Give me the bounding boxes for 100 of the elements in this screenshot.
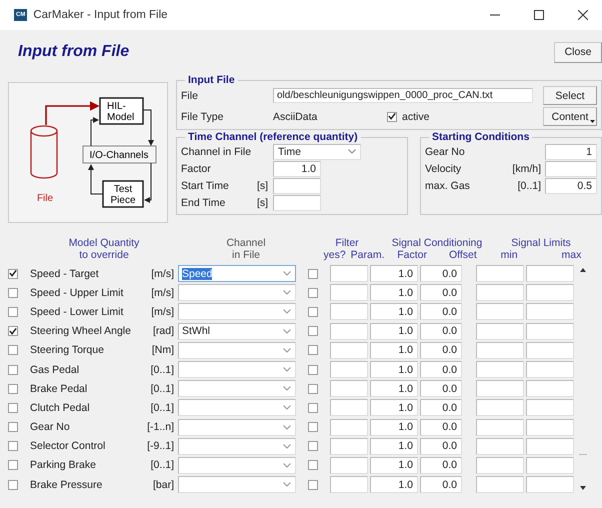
min-field[interactable] — [476, 322, 524, 340]
override-checkbox[interactable] — [8, 480, 18, 490]
param-field[interactable] — [330, 303, 368, 320]
override-checkbox[interactable] — [8, 288, 18, 298]
offset-field[interactable]: 0.0 — [420, 342, 462, 359]
max-field[interactable] — [526, 438, 574, 455]
max-field[interactable] — [526, 322, 574, 340]
override-checkbox[interactable] — [8, 364, 18, 375]
input-field[interactable] — [273, 178, 321, 194]
override-checkbox[interactable] — [8, 460, 18, 470]
channel-dropdown[interactable]: Time — [273, 144, 361, 160]
override-checkbox[interactable] — [8, 441, 18, 452]
min-field[interactable] — [476, 265, 524, 282]
input-field[interactable]: 1.0 — [273, 160, 321, 176]
param-field[interactable] — [330, 380, 368, 398]
param-field[interactable] — [330, 418, 368, 436]
min-field[interactable] — [476, 284, 524, 302]
filter-checkbox[interactable] — [308, 326, 318, 336]
override-checkbox[interactable] — [8, 422, 18, 432]
override-checkbox[interactable] — [8, 326, 18, 336]
filter-checkbox[interactable] — [308, 268, 318, 279]
close-button[interactable]: Close — [554, 42, 602, 62]
min-field[interactable] — [476, 438, 524, 455]
input-field[interactable] — [273, 194, 321, 210]
max-field[interactable] — [526, 399, 574, 416]
min-field[interactable] — [476, 399, 524, 416]
factor-field[interactable]: 1.0 — [370, 438, 418, 455]
filter-checkbox[interactable] — [308, 384, 318, 394]
channel-dropdown[interactable]: StWhl — [178, 322, 296, 340]
channel-dropdown[interactable] — [178, 342, 296, 359]
channel-dropdown[interactable] — [178, 476, 296, 494]
offset-field[interactable]: 0.0 — [420, 476, 462, 494]
offset-field[interactable]: 0.0 — [420, 265, 462, 282]
min-field[interactable] — [476, 303, 524, 320]
factor-field[interactable]: 1.0 — [370, 342, 418, 359]
factor-field[interactable]: 1.0 — [370, 265, 418, 282]
max-field[interactable] — [526, 456, 574, 474]
channel-dropdown[interactable]: Speed — [178, 265, 296, 282]
offset-field[interactable]: 0.0 — [420, 418, 462, 436]
offset-field[interactable]: 0.0 — [420, 303, 462, 320]
channel-dropdown[interactable] — [178, 284, 296, 302]
offset-field[interactable]: 0.0 — [420, 284, 462, 302]
override-checkbox[interactable] — [8, 402, 18, 413]
param-field[interactable] — [330, 284, 368, 302]
filter-checkbox[interactable] — [308, 402, 318, 413]
override-checkbox[interactable] — [8, 268, 18, 279]
filter-checkbox[interactable] — [308, 306, 318, 317]
factor-field[interactable]: 1.0 — [370, 380, 418, 398]
param-field[interactable] — [330, 361, 368, 378]
param-field[interactable] — [330, 456, 368, 474]
offset-field[interactable]: 0.0 — [420, 361, 462, 378]
param-field[interactable] — [330, 342, 368, 359]
filter-checkbox[interactable] — [308, 441, 318, 452]
offset-field[interactable]: 0.0 — [420, 380, 462, 398]
max-field[interactable] — [526, 284, 574, 302]
max-field[interactable] — [526, 303, 574, 320]
min-field[interactable] — [476, 476, 524, 494]
close-icon[interactable] — [578, 10, 588, 20]
input-field[interactable] — [545, 160, 597, 176]
offset-field[interactable]: 0.0 — [420, 438, 462, 455]
override-checkbox[interactable] — [8, 306, 18, 317]
filter-checkbox[interactable] — [308, 345, 318, 356]
param-field[interactable] — [330, 322, 368, 340]
override-checkbox[interactable] — [8, 384, 18, 394]
min-field[interactable] — [476, 342, 524, 359]
offset-field[interactable]: 0.0 — [420, 322, 462, 340]
min-field[interactable] — [476, 456, 524, 474]
scroll-down-icon[interactable] — [580, 486, 586, 490]
min-field[interactable] — [476, 380, 524, 398]
max-field[interactable] — [526, 380, 574, 398]
channel-dropdown[interactable] — [178, 380, 296, 398]
active-checkbox[interactable] — [387, 112, 397, 122]
scroll-up-icon[interactable] — [580, 268, 586, 272]
maximize-icon[interactable] — [534, 10, 544, 20]
factor-field[interactable]: 1.0 — [370, 418, 418, 436]
min-field[interactable] — [476, 361, 524, 378]
filter-checkbox[interactable] — [308, 288, 318, 298]
factor-field[interactable]: 1.0 — [370, 399, 418, 416]
min-field[interactable] — [476, 418, 524, 436]
filter-checkbox[interactable] — [308, 364, 318, 375]
max-field[interactable] — [526, 361, 574, 378]
file-path-field[interactable]: old/beschleunigungswippen_0000_proc_CAN.txt — [273, 88, 533, 103]
max-field[interactable] — [526, 476, 574, 494]
param-field[interactable] — [330, 476, 368, 494]
filter-checkbox[interactable] — [308, 422, 318, 432]
offset-field[interactable]: 0.0 — [420, 399, 462, 416]
channel-dropdown[interactable] — [178, 418, 296, 436]
filter-checkbox[interactable] — [308, 480, 318, 490]
max-field[interactable] — [526, 265, 574, 282]
factor-field[interactable]: 1.0 — [370, 476, 418, 494]
param-field[interactable] — [330, 438, 368, 455]
channel-dropdown[interactable] — [178, 303, 296, 320]
select-button[interactable]: Select — [543, 86, 597, 105]
param-field[interactable] — [330, 265, 368, 282]
max-field[interactable] — [526, 342, 574, 359]
content-button[interactable]: Content — [543, 107, 597, 126]
channel-dropdown[interactable] — [178, 438, 296, 455]
factor-field[interactable]: 1.0 — [370, 322, 418, 340]
input-field[interactable]: 0.5 — [545, 178, 597, 194]
max-field[interactable] — [526, 418, 574, 436]
